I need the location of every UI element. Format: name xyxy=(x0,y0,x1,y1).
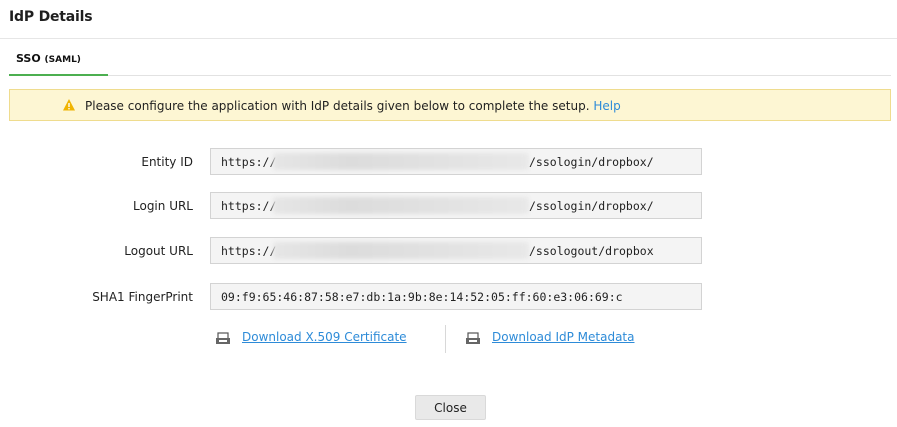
tab-bar: SSO (SAML) xyxy=(9,40,891,76)
entity-id-suffix: /ssologin/dropbox/ xyxy=(529,155,654,169)
login-url-row: Login URL https:// /ssologin/dropbox/ xyxy=(0,192,897,220)
download-metadata-icon xyxy=(466,332,480,344)
redacted-region xyxy=(273,242,529,259)
redacted-region xyxy=(273,197,529,214)
download-links: Download X.509 Certificate Download IdP … xyxy=(0,322,897,356)
tab-label: SSO (SAML) xyxy=(16,52,81,65)
download-metadata-link[interactable]: Download IdP Metadata xyxy=(492,330,635,344)
logout-url-row: Logout URL https://. /ssologout/dropbox xyxy=(0,237,897,265)
fingerprint-field[interactable]: 09:f9:65:46:87:58:e7:db:1a:9b:8e:14:52:0… xyxy=(210,283,702,310)
download-separator xyxy=(445,325,446,353)
help-link[interactable]: Help xyxy=(593,99,620,113)
dialog-header: IdP Details xyxy=(0,0,897,39)
login-url-field[interactable]: https:// /ssologin/dropbox/ xyxy=(210,192,702,219)
login-url-suffix: /ssologin/dropbox/ xyxy=(529,199,654,213)
setup-notice: Please configure the application with Id… xyxy=(9,89,891,121)
fingerprint-row: SHA1 FingerPrint 09:f9:65:46:87:58:e7:db… xyxy=(0,283,897,311)
dialog-title: IdP Details xyxy=(9,9,93,25)
redacted-region xyxy=(273,153,529,170)
tab-label-sub: (SAML) xyxy=(44,55,81,65)
entity-id-label: Entity ID xyxy=(141,155,193,169)
tab-sso-saml[interactable]: SSO (SAML) xyxy=(9,40,108,76)
notice-message: Please configure the application with Id… xyxy=(85,99,590,113)
logout-url-field[interactable]: https://. /ssologout/dropbox xyxy=(210,237,702,264)
logout-url-suffix: /ssologout/dropbox xyxy=(529,244,654,258)
download-certificate-link[interactable]: Download X.509 Certificate xyxy=(242,330,407,344)
entity-id-row: Entity ID https:// /ssologin/dropbox/ xyxy=(0,148,897,176)
fingerprint-label: SHA1 FingerPrint xyxy=(92,290,193,304)
entity-id-prefix: https:// xyxy=(221,155,277,169)
entity-id-field[interactable]: https:// /ssologin/dropbox/ xyxy=(210,148,702,175)
login-url-label: Login URL xyxy=(133,199,193,213)
login-url-prefix: https:// xyxy=(221,199,277,213)
warning-triangle-icon xyxy=(63,99,75,111)
logout-url-label: Logout URL xyxy=(124,244,193,258)
tab-label-main: SSO xyxy=(16,52,41,65)
close-button[interactable]: Close xyxy=(415,395,486,420)
download-certificate-icon xyxy=(216,332,230,344)
notice-text: Please configure the application with Id… xyxy=(85,99,621,113)
